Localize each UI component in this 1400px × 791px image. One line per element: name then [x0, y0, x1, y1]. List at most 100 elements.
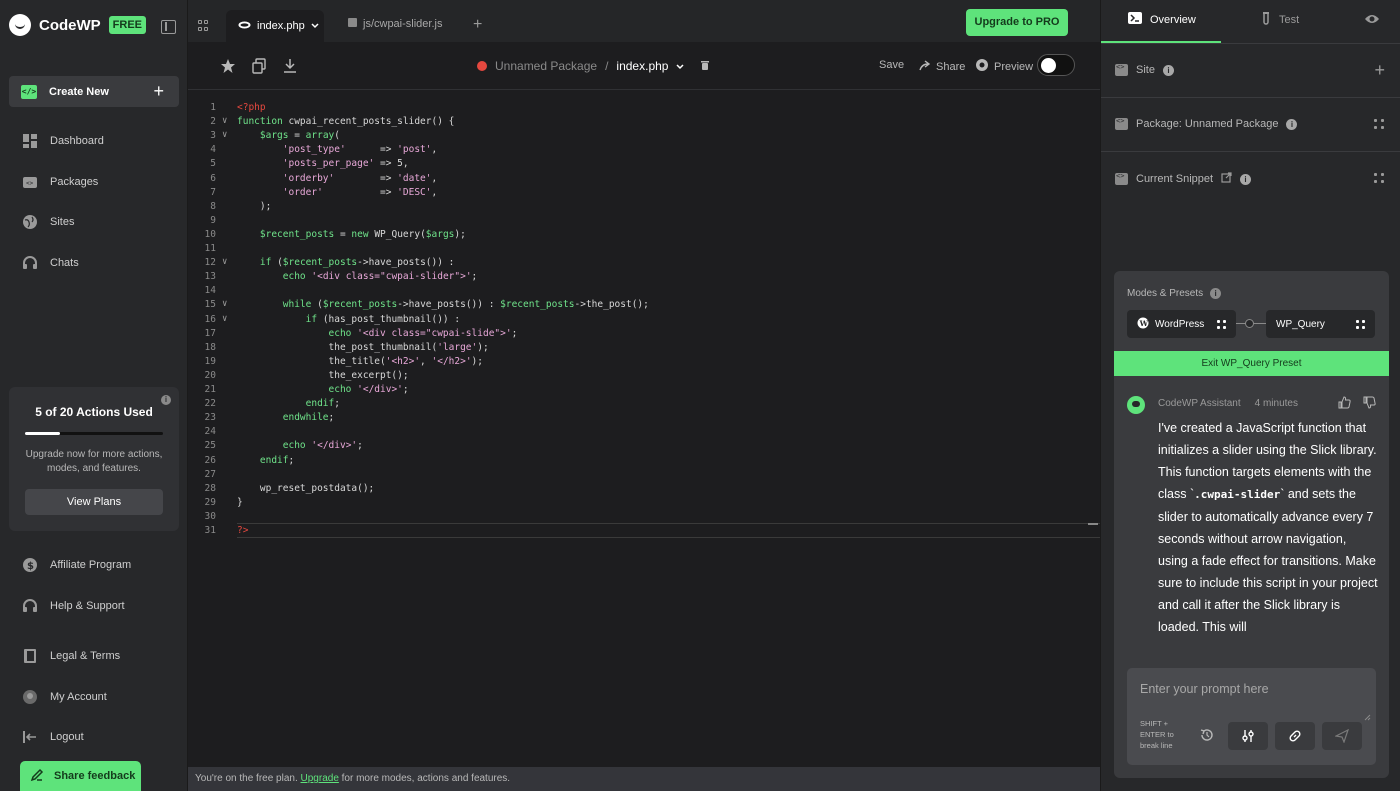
fold-chevron-icon[interactable]: ∨	[222, 299, 227, 309]
preset-wp-query[interactable]: WP_Query	[1266, 310, 1375, 338]
sidebar-item-logout[interactable]: Logout	[22, 729, 84, 745]
fold-chevron-icon[interactable]: ∨	[222, 257, 227, 267]
code-line[interactable]: 2 ∨ function cwpai_recent_posts_slider() {	[188, 116, 1100, 130]
brand[interactable]: CodeWP FREE	[9, 14, 147, 36]
code-line[interactable]: 21 echo '</div>';	[188, 384, 1100, 398]
code-line[interactable]: 14	[188, 285, 1100, 299]
chevron-down-icon[interactable]	[676, 59, 684, 73]
star-icon[interactable]	[220, 58, 236, 74]
code-line[interactable]: 15 ∨ while ($recent_posts->have_posts()) …	[188, 299, 1100, 313]
drag-handle-icon[interactable]	[1356, 320, 1365, 329]
resize-handle-icon[interactable]	[1364, 708, 1371, 726]
add-site-icon[interactable]: +	[1374, 60, 1385, 81]
code-line[interactable]: 18 the_post_thumbnail('large');	[188, 342, 1100, 356]
download-icon[interactable]	[282, 58, 298, 74]
tab-index-php[interactable]: index.php	[226, 10, 324, 42]
code-line[interactable]: 27	[188, 469, 1100, 483]
code-line[interactable]: 3 ∨ $args = array(	[188, 130, 1100, 144]
code-line[interactable]: 22 endif;	[188, 398, 1100, 412]
code-line[interactable]: 11	[188, 243, 1100, 257]
code-line[interactable]: 19 the_title('<h2>', '</h2>');	[188, 356, 1100, 370]
add-tab-icon[interactable]: +	[473, 16, 482, 34]
info-icon[interactable]: i	[1210, 288, 1222, 299]
tab-overview[interactable]: Overview	[1128, 12, 1196, 27]
apps-grid-icon[interactable]	[198, 20, 209, 31]
code-editor[interactable]: 1 <?php 2 ∨ function cwpai_recent_posts_slid…	[188, 90, 1100, 767]
tab-test[interactable]: Test	[1261, 12, 1299, 28]
view-plans-button[interactable]: View Plans	[25, 489, 163, 515]
section-current-snippet[interactable]: Current Snippet i	[1101, 152, 1400, 206]
package-breadcrumb[interactable]: Unnamed Package / index.php	[477, 59, 710, 73]
history-icon[interactable]	[1200, 728, 1214, 742]
info-icon[interactable]: i	[161, 395, 171, 405]
eye-icon[interactable]	[1364, 12, 1380, 30]
drag-handle-icon[interactable]	[1374, 173, 1384, 183]
preview-control[interactable]: Preview	[975, 59, 1033, 74]
save-button[interactable]: Save	[879, 59, 904, 71]
code-line[interactable]: 23 endwhile;	[188, 412, 1100, 426]
preview-toggle[interactable]	[1037, 54, 1075, 76]
upgrade-link[interactable]: Upgrade	[301, 773, 339, 784]
code-line[interactable]: 5 'posts_per_page' => 5,	[188, 158, 1100, 172]
code-line[interactable]: 9	[188, 215, 1100, 229]
fold-chevron-icon[interactable]: ∨	[222, 116, 227, 126]
share-feedback-button[interactable]: Share feedback	[20, 761, 141, 791]
fold-chevron-icon[interactable]: ∨	[222, 314, 227, 324]
share-button[interactable]: Share	[919, 59, 965, 74]
prompt-placeholder[interactable]: Enter your prompt here	[1140, 682, 1269, 696]
code-line[interactable]: 31 ?>	[188, 525, 1100, 539]
drag-handle-icon[interactable]	[1374, 119, 1384, 129]
code-line[interactable]: 26 endif;	[188, 455, 1100, 469]
collapse-sidebar-icon[interactable]	[161, 20, 176, 34]
message-time: 4 minutes	[1254, 398, 1298, 409]
info-icon[interactable]: i	[1240, 173, 1252, 185]
sidebar-item-dashboard[interactable]: Dashboard	[22, 133, 104, 149]
drag-handle-icon[interactable]	[1217, 320, 1226, 329]
sidebar-item-packages[interactable]: <> Packages	[22, 174, 98, 190]
external-link-icon[interactable]	[1221, 172, 1232, 186]
settings-sliders-button[interactable]	[1228, 722, 1268, 750]
code-line[interactable]: 13 echo '<div class="cwpai-slider">';	[188, 271, 1100, 285]
trash-icon[interactable]	[700, 59, 710, 73]
sidebar-item-legal[interactable]: Legal & Terms	[22, 648, 120, 664]
info-icon[interactable]: i	[1162, 64, 1174, 76]
thumbs-up-icon[interactable]	[1338, 396, 1351, 409]
chevron-down-icon[interactable]	[311, 20, 319, 32]
code-line[interactable]: 20 the_excerpt();	[188, 370, 1100, 384]
send-button[interactable]	[1322, 722, 1362, 750]
code-line[interactable]: 24	[188, 426, 1100, 440]
code-line[interactable]: 29}	[188, 497, 1100, 511]
code-line[interactable]: 30	[188, 511, 1100, 525]
exit-preset-button[interactable]: Exit WP_Query Preset	[1114, 351, 1389, 376]
info-icon[interactable]: i	[1286, 118, 1298, 130]
sidebar-item-chats[interactable]: Chats	[22, 255, 79, 271]
fold-chevron-icon[interactable]: ∨	[222, 130, 227, 140]
thumbs-down-icon[interactable]	[1363, 396, 1376, 409]
tab-js-slider[interactable]: js/cwpai-slider.js	[348, 18, 442, 30]
code-line[interactable]: 16 ∨ if (has_post_thumbnail()) :	[188, 314, 1100, 328]
upgrade-to-pro-button[interactable]: Upgrade to PRO	[966, 9, 1068, 36]
sidebar-item-sites[interactable]: Sites	[22, 214, 74, 230]
create-new-button[interactable]: </> Create New +	[9, 76, 179, 107]
code-line[interactable]: 28 wp_reset_postdata();	[188, 483, 1100, 497]
code-line[interactable]: 8 );	[188, 201, 1100, 215]
code-line[interactable]: 1 <?php	[188, 102, 1100, 116]
code-line[interactable]: 4 'post_type' => 'post',	[188, 144, 1100, 158]
sidebar-item-affiliate[interactable]: $ Affiliate Program	[22, 557, 131, 573]
duplicate-icon[interactable]	[251, 58, 267, 74]
sidebar-item-help[interactable]: Help & Support	[22, 598, 125, 614]
sidebar-item-account[interactable]: My Account	[22, 689, 107, 705]
section-site[interactable]: Site i +	[1101, 44, 1400, 98]
code-line[interactable]: 7 'order' => 'DESC',	[188, 187, 1100, 201]
preset-wordpress[interactable]: W WordPress	[1127, 310, 1236, 338]
section-package[interactable]: Package: Unnamed Package i	[1101, 98, 1400, 152]
prompt-input-box[interactable]: Enter your prompt here SHIFT + ENTER to …	[1127, 668, 1376, 765]
code-text: while ($recent_posts->have_posts()) : $r…	[282, 299, 649, 311]
attach-link-button[interactable]	[1275, 722, 1315, 750]
code-line[interactable]: 17 echo '<div class="cwpai-slide">';	[188, 328, 1100, 342]
svg-text:<>: <>	[26, 180, 34, 187]
code-line[interactable]: 25 echo '</div>';	[188, 440, 1100, 454]
code-line[interactable]: 6 'orderby' => 'date',	[188, 173, 1100, 187]
code-line[interactable]: 12 ∨ if ($recent_posts->have_posts()) :	[188, 257, 1100, 271]
code-line[interactable]: 10 $recent_posts = new WP_Query($args);	[188, 229, 1100, 243]
